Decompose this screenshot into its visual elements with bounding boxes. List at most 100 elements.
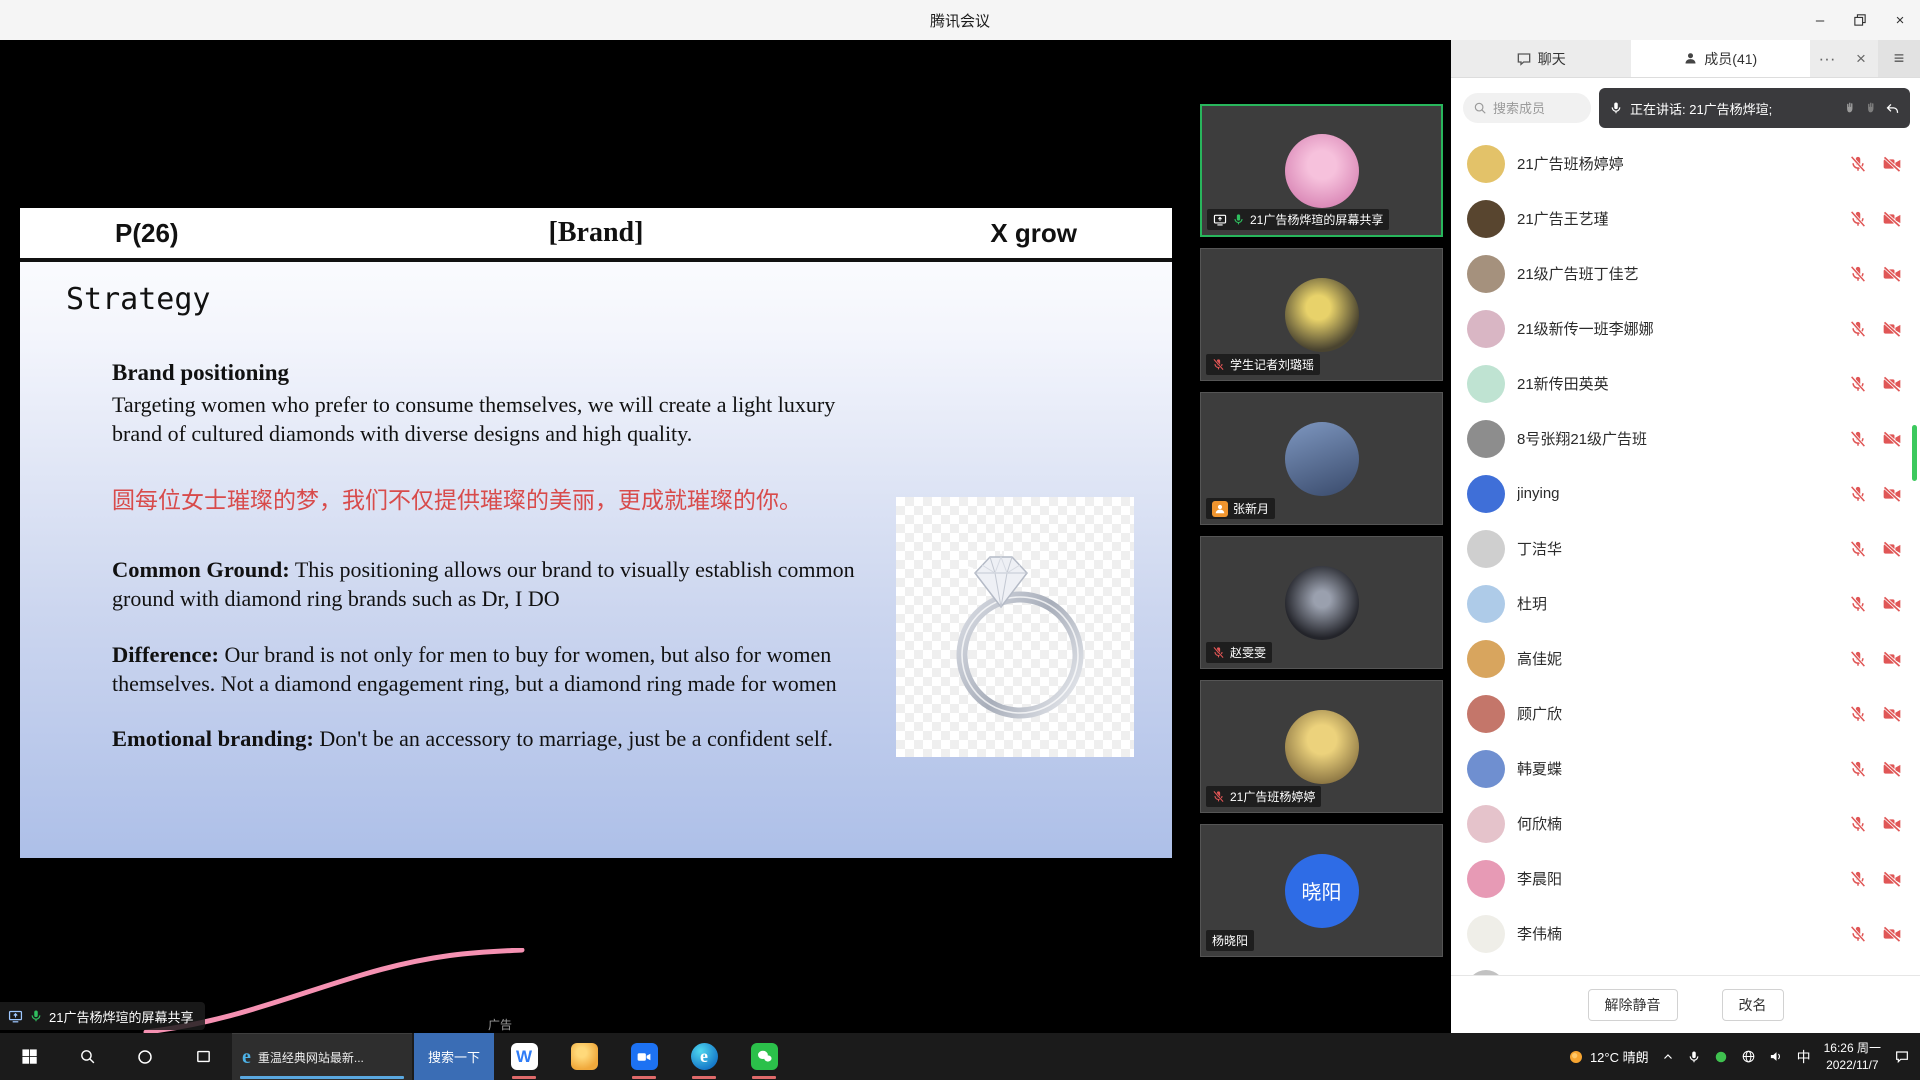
camera-off-icon[interactable]	[1882, 539, 1902, 559]
camera-off-icon[interactable]	[1882, 649, 1902, 669]
camera-off-icon[interactable]	[1882, 484, 1902, 504]
video-tile[interactable]: 晓阳 杨晓阳	[1200, 824, 1443, 957]
taskbar-search-button[interactable]	[58, 1033, 116, 1080]
taskbar-edge-button[interactable]: e	[674, 1033, 734, 1080]
member-row[interactable]: 李伟楠	[1451, 906, 1920, 961]
action-center-button[interactable]	[1894, 1049, 1910, 1065]
slide-body: Brand positioning Targeting women who pr…	[112, 358, 882, 754]
taskbar-app-button[interactable]	[554, 1033, 614, 1080]
panel-footer: 解除静音 改名	[1451, 975, 1920, 1033]
member-name: 21新传田英英	[1517, 373, 1849, 394]
hidden-icons-button[interactable]	[1662, 1051, 1674, 1063]
participant-avatar	[1285, 422, 1359, 496]
member-row[interactable]: 21广告班杨婷婷	[1451, 136, 1920, 191]
video-tile-label: 学生记者刘璐瑶	[1206, 354, 1320, 375]
video-tile[interactable]: 学生记者刘璐瑶	[1200, 248, 1443, 381]
mic-muted-icon[interactable]	[1849, 265, 1867, 283]
taskbar-meeting-button[interactable]	[614, 1033, 674, 1080]
taskbar-wechat-button[interactable]	[734, 1033, 794, 1080]
panel-close-button[interactable]: ×	[1844, 40, 1878, 77]
close-button[interactable]: ×	[1880, 0, 1920, 40]
tab-chat-label: 聊天	[1538, 49, 1566, 69]
member-search-input[interactable]	[1493, 101, 1577, 116]
video-tile[interactable]: 张新月	[1200, 392, 1443, 525]
tray-antivirus-button[interactable]	[1714, 1050, 1728, 1064]
mic-muted-icon[interactable]	[1849, 870, 1867, 888]
member-search-box[interactable]	[1463, 93, 1591, 123]
camera-off-icon[interactable]	[1882, 759, 1902, 779]
camera-off-icon[interactable]	[1882, 154, 1902, 174]
camera-off-icon[interactable]	[1882, 704, 1902, 724]
taskbar-ie-window[interactable]: e 重温经典网站最新...	[232, 1033, 412, 1080]
member-row[interactable]: 21广告王艺瑾	[1451, 191, 1920, 246]
tab-members[interactable]: 成员(41)	[1631, 40, 1811, 77]
taskbar-web-search-button[interactable]: 搜索一下	[414, 1033, 494, 1080]
member-name: 李伟楠	[1517, 923, 1849, 944]
raise-hand-icon[interactable]	[1843, 101, 1857, 115]
member-row[interactable]: 何欣楠	[1451, 796, 1920, 851]
camera-off-icon[interactable]	[1882, 374, 1902, 394]
mic-muted-icon[interactable]	[1849, 815, 1867, 833]
camera-off-icon[interactable]	[1882, 924, 1902, 944]
member-row[interactable]: 高佳妮	[1451, 631, 1920, 686]
tab-chat[interactable]: 聊天	[1451, 40, 1631, 77]
mic-muted-icon[interactable]	[1849, 155, 1867, 173]
mic-muted-icon[interactable]	[1849, 320, 1867, 338]
member-row[interactable]: 韩夏蝶	[1451, 741, 1920, 796]
member-row[interactable]: 8号张翔21级广告班	[1451, 411, 1920, 466]
mic-muted-icon	[1212, 790, 1225, 803]
participant-name: 张新月	[1233, 500, 1269, 517]
mic-muted-icon[interactable]	[1849, 705, 1867, 723]
member-row[interactable]: jinying	[1451, 466, 1920, 521]
mic-muted-icon[interactable]	[1849, 925, 1867, 943]
volume-button[interactable]	[1769, 1049, 1784, 1064]
maximize-button[interactable]	[1840, 0, 1880, 40]
share-overlay-label: 21广告杨烨瑄的屏幕共享	[49, 1007, 193, 1026]
video-tile[interactable]: 21广告班杨婷婷	[1200, 680, 1443, 813]
reply-arrow-icon[interactable]	[1885, 101, 1900, 116]
member-avatar	[1467, 860, 1505, 898]
mic-muted-icon[interactable]	[1849, 650, 1867, 668]
video-tile[interactable]: 21广告杨烨瑄的屏幕共享	[1200, 104, 1443, 237]
network-button[interactable]	[1741, 1049, 1756, 1064]
cortana-button[interactable]	[116, 1033, 174, 1080]
minimize-button[interactable]: –	[1800, 0, 1840, 40]
rename-button[interactable]: 改名	[1722, 989, 1784, 1021]
taskbar-wps-button[interactable]: W	[494, 1033, 554, 1080]
member-row[interactable]: 丁洁华	[1451, 521, 1920, 576]
camera-off-icon[interactable]	[1882, 594, 1902, 614]
member-row[interactable]: 21新传田英英	[1451, 356, 1920, 411]
member-row[interactable]: 21级新传一班李娜娜	[1451, 301, 1920, 356]
camera-off-icon[interactable]	[1882, 429, 1902, 449]
input-method-indicator[interactable]: 中	[1797, 1047, 1811, 1067]
member-row[interactable]: 杜玥	[1451, 576, 1920, 631]
tray-mic-button[interactable]	[1687, 1050, 1701, 1064]
camera-off-icon[interactable]	[1882, 209, 1902, 229]
member-row[interactable]	[1451, 961, 1920, 975]
mic-muted-icon[interactable]	[1849, 595, 1867, 613]
slide-highlight-cn: 圆每位女士璀璨的梦，我们不仅提供璀璨的美丽，更成就璀璨的你。	[112, 486, 882, 516]
camera-off-icon[interactable]	[1882, 264, 1902, 284]
scrollbar-thumb[interactable]	[1912, 425, 1917, 481]
camera-off-icon[interactable]	[1882, 869, 1902, 889]
member-row[interactable]: 顾广欣	[1451, 686, 1920, 741]
clock[interactable]: 16:26 周一 2022/11/7	[1824, 1040, 1881, 1072]
mic-muted-icon[interactable]	[1849, 760, 1867, 778]
mic-muted-icon[interactable]	[1849, 430, 1867, 448]
member-row[interactable]: 李晨阳	[1451, 851, 1920, 906]
raise-hand-icon[interactable]	[1864, 101, 1878, 115]
mic-muted-icon[interactable]	[1849, 210, 1867, 228]
camera-off-icon[interactable]	[1882, 814, 1902, 834]
unmute-button[interactable]: 解除静音	[1588, 989, 1678, 1021]
start-button[interactable]	[0, 1033, 58, 1080]
video-tile[interactable]: 赵雯雯	[1200, 536, 1443, 669]
member-row[interactable]: 21级广告班丁佳艺	[1451, 246, 1920, 301]
mic-muted-icon[interactable]	[1849, 375, 1867, 393]
weather-widget[interactable]: 12°C 晴朗	[1568, 1047, 1649, 1066]
camera-off-icon[interactable]	[1882, 319, 1902, 339]
mic-muted-icon[interactable]	[1849, 540, 1867, 558]
panel-more-button[interactable]: ···	[1810, 40, 1844, 77]
mic-muted-icon[interactable]	[1849, 485, 1867, 503]
panel-layout-button[interactable]: ≡	[1878, 40, 1920, 77]
task-view-button[interactable]	[174, 1033, 232, 1080]
